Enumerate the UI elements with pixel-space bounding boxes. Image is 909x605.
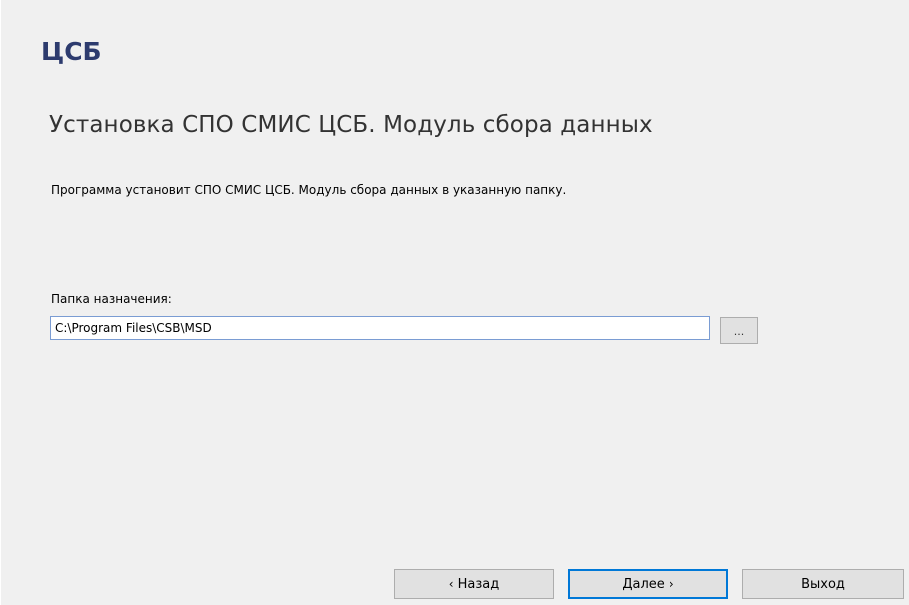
next-button[interactable]: Далее › (568, 569, 728, 599)
chevron-left-icon: ‹ (448, 577, 454, 591)
chevron-right-icon: › (668, 577, 674, 591)
exit-button-label: Выход (801, 576, 845, 592)
installer-window: ЦСБ Установка СПО СМИС ЦСБ. Модуль сбора… (0, 0, 909, 605)
destination-folder-input[interactable] (50, 316, 710, 340)
logo-text: ЦСБ (41, 37, 102, 66)
next-button-label: Далее (622, 576, 665, 592)
install-description: Программа установит СПО СМИС ЦСБ. Модуль… (51, 183, 567, 197)
back-button-label: Назад (457, 576, 500, 592)
destination-folder-label: Папка назначения: (51, 292, 172, 306)
browse-button[interactable]: ... (720, 317, 758, 344)
company-logo: ЦСБ (41, 37, 102, 66)
back-button[interactable]: ‹ Назад (394, 569, 554, 599)
exit-button[interactable]: Выход (742, 569, 904, 599)
page-title: Установка СПО СМИС ЦСБ. Модуль сбора дан… (49, 112, 653, 138)
